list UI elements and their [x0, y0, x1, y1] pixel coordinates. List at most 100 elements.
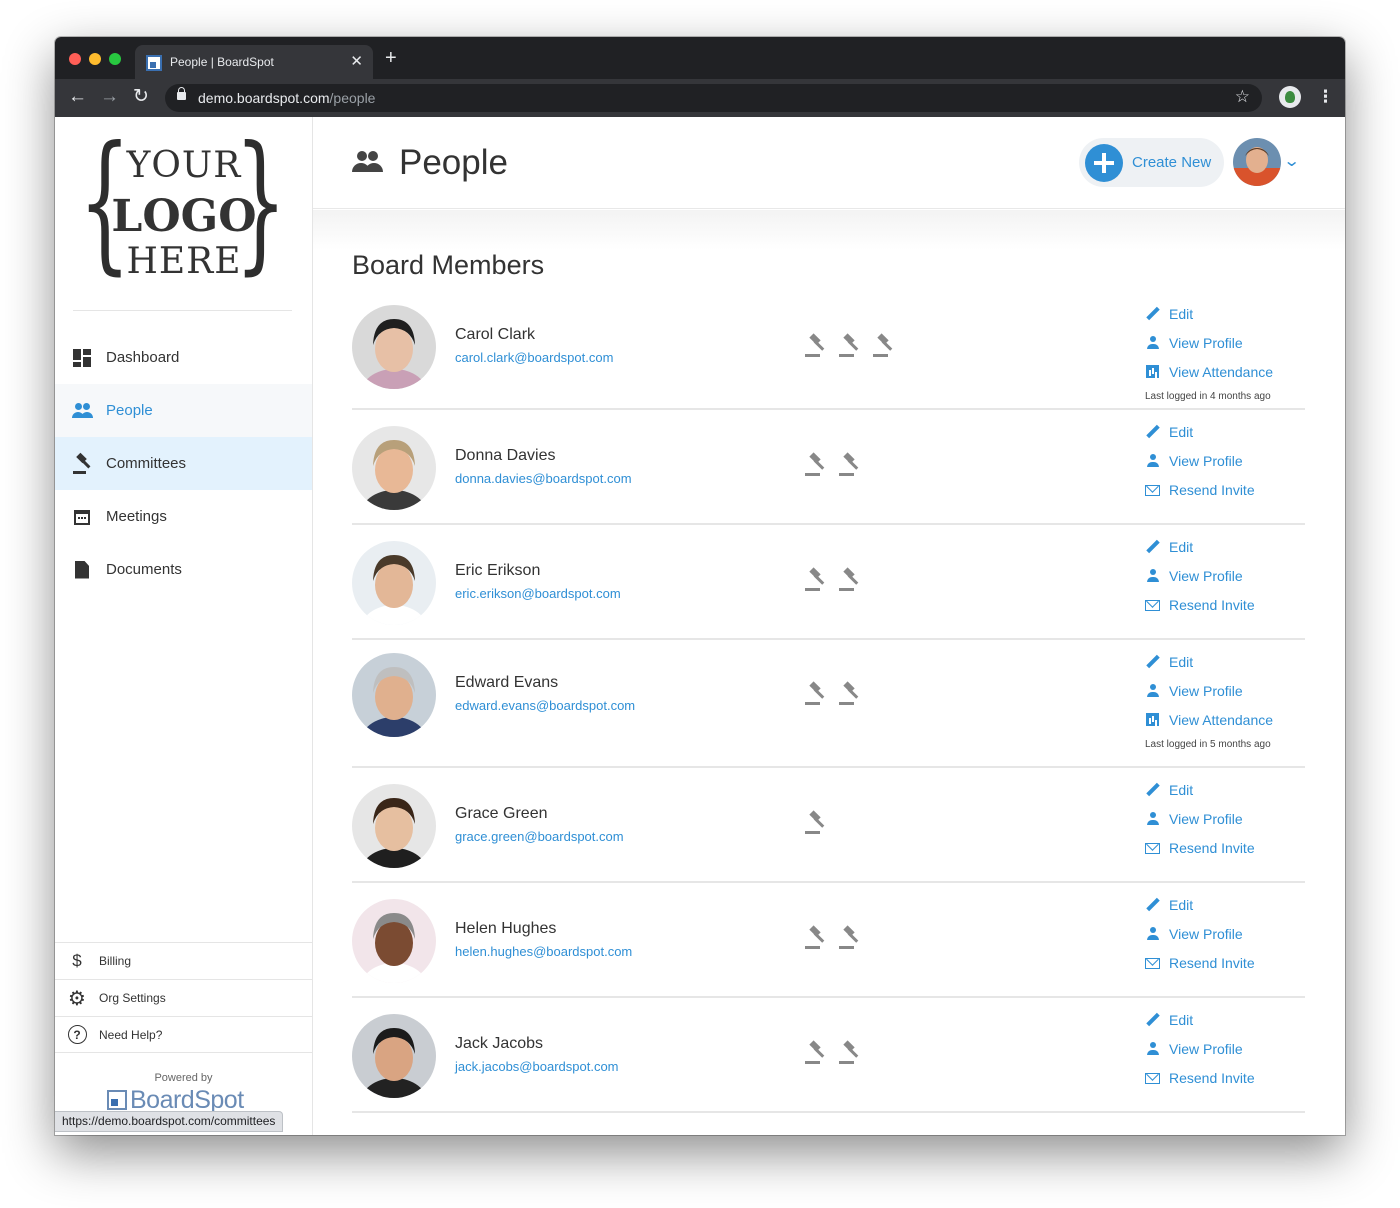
edit-link[interactable]: Edit: [1145, 299, 1305, 328]
gavel-icon: [804, 810, 826, 834]
close-window-button[interactable]: [69, 53, 81, 65]
sidebar-item-documents[interactable]: Documents: [55, 543, 312, 596]
resend-invite-link[interactable]: Resend Invite: [1145, 833, 1305, 862]
view-profile-link[interactable]: View Profile: [1145, 676, 1305, 705]
avatar[interactable]: [352, 1014, 436, 1098]
view-profile-link[interactable]: View Profile: [1145, 919, 1305, 948]
view-profile-link[interactable]: View Profile: [1145, 328, 1305, 357]
sidebar-item-billing[interactable]: $ Billing: [55, 942, 312, 979]
view-profile-link-label: View Profile: [1169, 334, 1243, 351]
member-email[interactable]: edward.evans@boardspot.com: [455, 698, 635, 713]
member-name[interactable]: Edward Evans: [455, 674, 558, 692]
committee-icons: [804, 1040, 860, 1064]
avatar[interactable]: [352, 305, 436, 389]
committee-icons: [804, 567, 860, 591]
person-icon: [1145, 453, 1161, 469]
edit-link-label: Edit: [1169, 781, 1194, 798]
pencil-icon: [1145, 1012, 1161, 1028]
member-name[interactable]: Grace Green: [455, 805, 547, 823]
member-actions: Edit View Profile Resend Invite: [1145, 417, 1305, 504]
resend-invite-link[interactable]: Resend Invite: [1145, 475, 1305, 504]
chevron-down-icon[interactable]: ⌄: [1283, 151, 1300, 171]
tab-strip: People | BoardSpot ✕ +: [55, 37, 1345, 79]
avatar[interactable]: [1233, 138, 1281, 186]
section-title: Board Members: [352, 250, 545, 280]
sidebar-item-people[interactable]: People: [55, 384, 312, 437]
dashboard-icon: [72, 348, 92, 368]
sidebar-item-org-settings[interactable]: ⚙ Org Settings: [55, 979, 312, 1016]
member-email[interactable]: grace.green@boardspot.com: [455, 829, 624, 844]
pencil-icon: [1145, 306, 1161, 322]
back-arrow-icon[interactable]: ←: [68, 86, 87, 108]
member-name[interactable]: Helen Hughes: [455, 920, 556, 938]
member-email[interactable]: helen.hughes@boardspot.com: [455, 944, 632, 959]
tab-close-icon[interactable]: ✕: [350, 52, 363, 70]
avatar[interactable]: [352, 784, 436, 868]
person-icon: [1145, 683, 1161, 699]
member-email[interactable]: eric.erikson@boardspot.com: [455, 586, 621, 601]
people-icon: [72, 401, 93, 421]
edit-link[interactable]: Edit: [1145, 1005, 1305, 1034]
bar-chart-icon: [1146, 713, 1159, 726]
sidebar-item-committees[interactable]: Committees: [55, 437, 312, 490]
edit-link[interactable]: Edit: [1145, 532, 1305, 561]
reload-icon[interactable]: ↻: [133, 86, 149, 108]
sidebar-footer: $ Billing ⚙ Org Settings ? Need Help?: [55, 942, 312, 1053]
member-name[interactable]: Carol Clark: [455, 326, 535, 344]
browser-tab[interactable]: People | BoardSpot ✕: [135, 45, 373, 79]
sidebar-item-dashboard[interactable]: Dashboard: [55, 331, 312, 384]
bookmark-star-icon[interactable]: ☆: [1235, 87, 1250, 107]
view-attendance-link[interactable]: View Attendance: [1145, 357, 1305, 386]
view-profile-link[interactable]: View Profile: [1145, 446, 1305, 475]
gavel-icon: [804, 452, 826, 476]
create-new-button[interactable]: Create New: [1079, 138, 1224, 187]
browser-menu-icon[interactable]: ⋮: [1317, 87, 1334, 107]
resend-invite-link-label: Resend Invite: [1169, 1069, 1255, 1086]
sidebar-item-meetings[interactable]: Meetings: [55, 490, 312, 543]
resend-invite-link[interactable]: Resend Invite: [1145, 1063, 1305, 1092]
extension-icon[interactable]: [1279, 86, 1301, 108]
view-attendance-link[interactable]: View Attendance: [1145, 705, 1305, 734]
member-row: Donna Davies donna.davies@boardspot.com …: [352, 410, 1305, 525]
avatar[interactable]: [352, 653, 436, 737]
view-profile-link-label: View Profile: [1169, 810, 1243, 827]
people-icon: [352, 151, 384, 173]
member-email[interactable]: donna.davies@boardspot.com: [455, 471, 632, 486]
gavel-icon: [72, 452, 92, 474]
avatar[interactable]: [352, 541, 436, 625]
resend-invite-link[interactable]: Resend Invite: [1145, 948, 1305, 977]
member-name[interactable]: Donna Davies: [455, 447, 556, 465]
browser-toolbar: ← → ↻ demo.boardspot.com/people ☆ ⋮: [55, 79, 1345, 117]
view-profile-link[interactable]: View Profile: [1145, 1034, 1305, 1063]
gavel-icon: [804, 681, 826, 705]
member-email[interactable]: jack.jacobs@boardspot.com: [455, 1059, 619, 1074]
view-profile-link[interactable]: View Profile: [1145, 804, 1305, 833]
avatar[interactable]: [352, 426, 436, 510]
member-name[interactable]: Jack Jacobs: [455, 1035, 543, 1053]
edit-link[interactable]: Edit: [1145, 775, 1305, 804]
sidebar-item-need-help[interactable]: ? Need Help?: [55, 1016, 312, 1053]
member-row: Jack Jacobs jack.jacobs@boardspot.com Ed…: [352, 998, 1305, 1113]
resend-invite-link[interactable]: Resend Invite: [1145, 590, 1305, 619]
edit-link[interactable]: Edit: [1145, 647, 1305, 676]
address-bar[interactable]: demo.boardspot.com/people ☆: [165, 84, 1262, 112]
url-text[interactable]: demo.boardspot.com/people: [198, 90, 375, 106]
forward-arrow-icon[interactable]: →: [100, 86, 119, 108]
member-actions: Edit View Profile Resend Invite: [1145, 775, 1305, 862]
new-tab-button[interactable]: +: [385, 48, 397, 68]
resend-invite-link-label: Resend Invite: [1169, 596, 1255, 613]
gavel-icon: [838, 333, 860, 357]
boardspot-logo[interactable]: BoardSpot: [107, 1086, 244, 1114]
member-name[interactable]: Eric Erikson: [455, 562, 540, 580]
gavel-icon: [838, 681, 860, 705]
avatar[interactable]: [352, 899, 436, 983]
member-email[interactable]: carol.clark@boardspot.com: [455, 350, 613, 365]
edit-link[interactable]: Edit: [1145, 890, 1305, 919]
minimize-window-button[interactable]: [89, 53, 101, 65]
calendar-icon: [72, 507, 92, 527]
logo-text-here: HERE: [126, 241, 242, 282]
edit-link[interactable]: Edit: [1145, 417, 1305, 446]
maximize-window-button[interactable]: [109, 53, 121, 65]
view-profile-link[interactable]: View Profile: [1145, 561, 1305, 590]
org-logo[interactable]: { } YOUR LOGO HERE: [75, 127, 293, 293]
